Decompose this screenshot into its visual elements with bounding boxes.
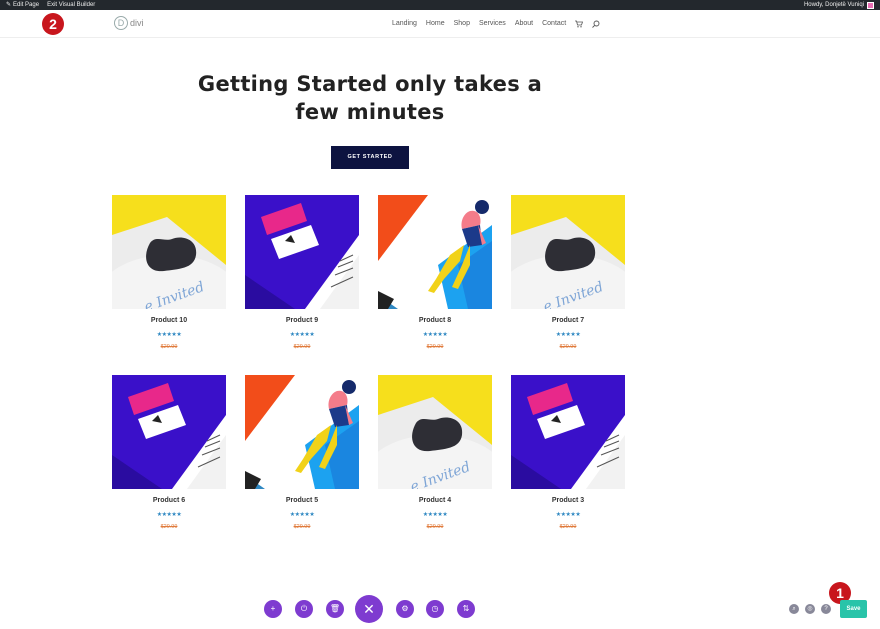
add-icon[interactable]: + (264, 600, 282, 618)
product-rating: ★★★★★ (422, 512, 448, 518)
product-card[interactable]: Product 9 ★★★★★ $29.99 (245, 195, 359, 370)
edit-page-link[interactable]: ✎ Edit Page (6, 0, 39, 10)
product-price: $29.99 (426, 344, 444, 350)
nav-item-landing[interactable]: Landing (392, 20, 417, 28)
product-rating: ★★★★★ (156, 512, 182, 518)
get-started-button[interactable]: GET STARTED (331, 146, 409, 169)
product-image[interactable] (378, 195, 492, 309)
product-card[interactable]: e Invited Product 7 ★★★★★ $29.99 (511, 195, 625, 370)
pencil-icon: ✎ (6, 2, 12, 8)
nav-item-services[interactable]: Services (479, 20, 506, 28)
product-rating: ★★★★★ (289, 512, 315, 518)
product-rating: ★★★★★ (156, 332, 182, 338)
product-price: $29.99 (426, 524, 444, 530)
product-rating: ★★★★★ (289, 332, 315, 338)
nav-item-about[interactable]: About (515, 20, 533, 28)
product-image[interactable]: e Invited (511, 195, 625, 309)
site-header: D divi Landing Home Shop Services About … (0, 10, 880, 38)
product-card[interactable]: e Invited Product 10 ★★★★★ $29.99 (112, 195, 226, 370)
product-name[interactable]: Product 10 (112, 317, 226, 324)
product-rating: ★★★★★ (422, 332, 448, 338)
site-logo[interactable]: D divi (114, 16, 144, 30)
help-icon[interactable]: ? (821, 604, 831, 614)
product-card[interactable]: Product 6 ★★★★★ $29.99 (112, 375, 226, 550)
product-image[interactable] (511, 375, 625, 489)
nav-item-home[interactable]: Home (426, 20, 445, 28)
avatar[interactable] (867, 1, 874, 9)
logo-mark: D (114, 16, 128, 30)
close-icon[interactable]: ✕ (355, 595, 383, 623)
page-title: Getting Started only takes a few minutes (190, 70, 550, 126)
wp-admin-bar: ✎ Edit Page Exit Visual Builder Howdy, Do… (0, 0, 880, 10)
nav-item-contact[interactable]: Contact (542, 20, 566, 28)
product-price: $29.99 (559, 524, 577, 530)
gear-icon[interactable]: ⚙ (396, 600, 414, 618)
product-image[interactable]: e Invited (112, 195, 226, 309)
sort-icon[interactable]: ⇅ (457, 600, 475, 618)
zoom-icon[interactable]: ⌕ (789, 604, 799, 614)
product-name[interactable]: Product 7 (511, 317, 625, 324)
history-icon[interactable]: ◷ (426, 600, 444, 618)
product-card[interactable]: Product 8 ★★★★★ $29.99 (378, 195, 492, 370)
product-card[interactable]: Product 3 ★★★★★ $29.99 (511, 375, 625, 550)
headline-line-1: Getting Started only takes a (197, 72, 543, 96)
product-image[interactable] (112, 375, 226, 489)
product-name[interactable]: Product 9 (245, 317, 359, 324)
edit-page-label: Edit Page (13, 2, 40, 8)
step-marker-2: 2 (42, 13, 64, 35)
nav-item-shop[interactable]: Shop (454, 20, 470, 28)
product-image[interactable] (245, 195, 359, 309)
product-price: $29.99 (293, 344, 311, 350)
save-button[interactable]: Save (840, 600, 867, 618)
product-price: $29.99 (160, 344, 178, 350)
product-name[interactable]: Product 4 (378, 497, 492, 504)
headline-line-2: few minutes (295, 100, 445, 124)
product-name[interactable]: Product 5 (245, 497, 359, 504)
product-rating: ★★★★★ (555, 512, 581, 518)
product-card[interactable]: e Invited Product 4 ★★★★★ $29.99 (378, 375, 492, 550)
settings-icon[interactable]: ◎ (805, 604, 815, 614)
product-price: $29.99 (160, 524, 178, 530)
product-image[interactable] (245, 375, 359, 489)
product-rating: ★★★★★ (555, 332, 581, 338)
cart-icon[interactable] (575, 20, 584, 28)
product-price: $29.99 (559, 344, 577, 350)
greeting[interactable]: Howdy, Donjetë Vuniqi (804, 0, 864, 10)
product-name[interactable]: Product 8 (378, 317, 492, 324)
main-nav: Landing Home Shop Services About Contact (392, 20, 600, 28)
product-card[interactable]: Product 5 ★★★★★ $29.99 (245, 375, 359, 550)
search-icon[interactable] (592, 20, 600, 28)
product-image[interactable]: e Invited (378, 375, 492, 489)
page: ✎ Edit Page Exit Visual Builder Howdy, Do… (0, 0, 880, 629)
product-name[interactable]: Product 6 (112, 497, 226, 504)
logo-word: divi (130, 18, 144, 28)
exit-visual-builder-link[interactable]: Exit Visual Builder (47, 0, 95, 10)
product-name[interactable]: Product 3 (511, 497, 625, 504)
power-icon[interactable]: ⏻ (295, 600, 313, 618)
trash-icon[interactable]: 🗑 (326, 600, 344, 618)
product-price: $29.99 (293, 524, 311, 530)
